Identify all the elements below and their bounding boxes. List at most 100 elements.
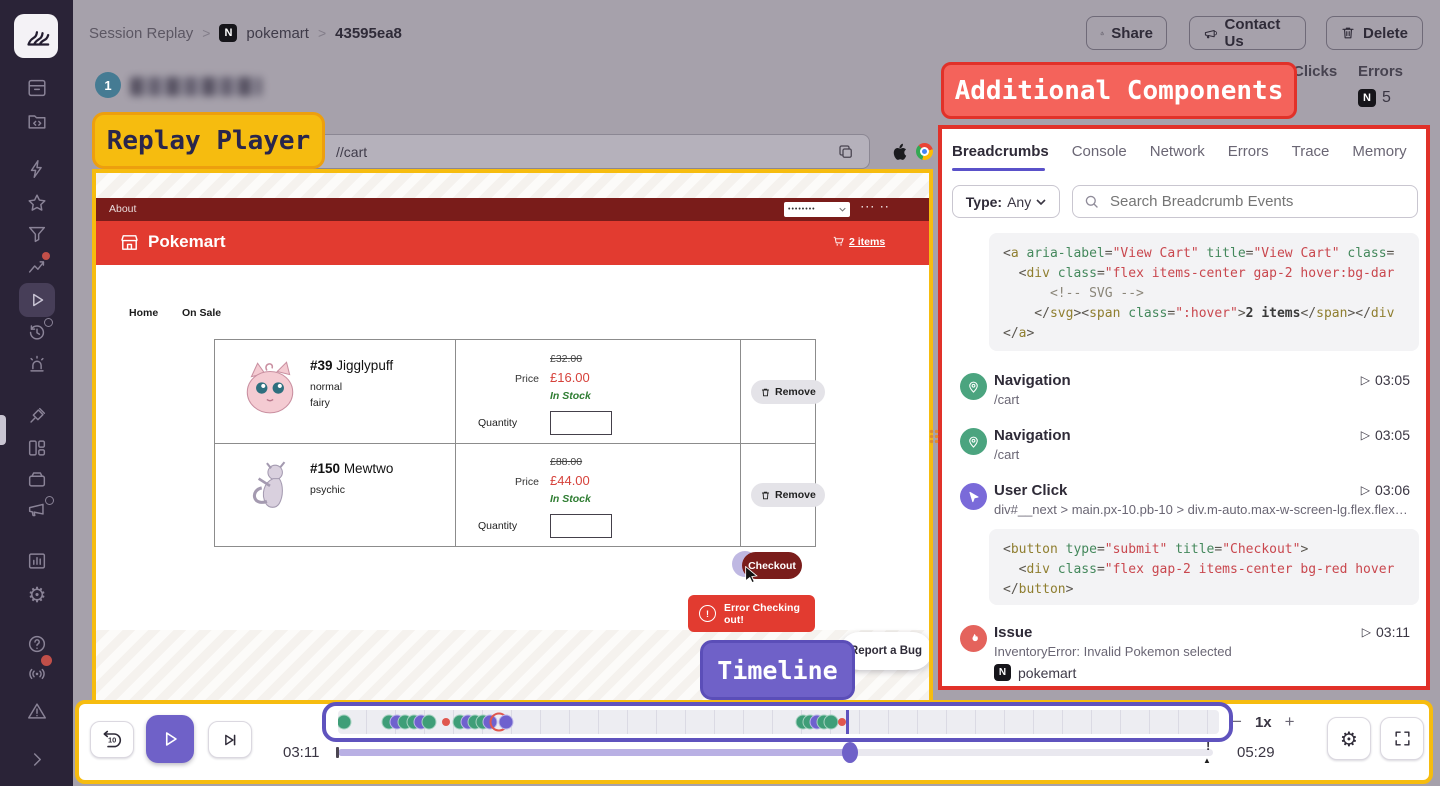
event-timestamp[interactable]: ▷03:05: [1361, 372, 1410, 388]
event-timestamp[interactable]: ▷03:11: [1362, 624, 1410, 640]
event-title[interactable]: Navigation: [994, 427, 1071, 444]
play-button[interactable]: [146, 715, 194, 763]
sidebar-item-help[interactable]: [25, 632, 49, 656]
sidebar-item-reports[interactable]: [25, 549, 49, 573]
replay-viewport: About •••••••• ··· ·· Pokemart 2 items H…: [96, 198, 929, 630]
speed-increase-button[interactable]: +: [1285, 712, 1295, 732]
tab-trace[interactable]: Trace: [1292, 143, 1330, 160]
tab-network[interactable]: Network: [1150, 143, 1205, 160]
price-label: Price: [515, 373, 539, 385]
breadcrumb-search[interactable]: [1072, 185, 1418, 218]
timeline-event-dot[interactable]: [824, 715, 839, 730]
masked-select-field[interactable]: ••••••••: [784, 202, 850, 217]
mouse-cursor-icon: [744, 566, 759, 583]
tab-console[interactable]: Console: [1072, 143, 1127, 160]
skip-back-10-button[interactable]: 10: [90, 721, 134, 758]
sidebar-item-dashboards[interactable]: [25, 436, 49, 460]
drawer-icon: [26, 468, 48, 490]
app-logo[interactable]: [14, 14, 58, 58]
timeline-event-dot[interactable]: [838, 718, 846, 726]
seek-scrubber[interactable]: [842, 742, 858, 763]
sidebar-item-issues[interactable]: [25, 699, 49, 723]
trends-notification-dot: [42, 252, 50, 260]
pokemon-number: #150: [310, 461, 340, 476]
site-top-bar: About •••••••• ··· ··: [96, 198, 929, 221]
tab-memory[interactable]: Memory: [1352, 143, 1406, 160]
search-input[interactable]: [1108, 192, 1392, 211]
tab-breadcrumbs[interactable]: Breadcrumbs: [952, 143, 1049, 160]
contact-us-button[interactable]: Contact Us: [1189, 16, 1306, 50]
breadcrumb-session-replay[interactable]: Session Replay: [89, 25, 193, 42]
quantity-label: Quantity: [478, 417, 517, 429]
delete-label: Delete: [1363, 25, 1408, 42]
sidebar-item-toolbar[interactable]: [25, 404, 49, 428]
sidebar-item-actions[interactable]: [25, 157, 49, 181]
play-from-icon: ▷: [1362, 625, 1371, 639]
cart-count-link[interactable]: 2 items: [849, 236, 885, 248]
pokemon-number: #39: [310, 358, 333, 373]
tab-errors[interactable]: Errors: [1228, 143, 1269, 160]
event-title[interactable]: User Click: [994, 482, 1067, 499]
announcements-badge: [45, 496, 54, 505]
event-title[interactable]: Navigation: [994, 372, 1071, 389]
seek-bar[interactable]: [338, 749, 1213, 756]
play-from-icon: ▷: [1361, 373, 1370, 387]
quantity-input[interactable]: [550, 411, 612, 435]
play-from-icon: ▷: [1361, 428, 1370, 442]
copy-icon[interactable]: [837, 143, 855, 161]
event-detail: div#__next > main.px-10.pb-10 > div.m-au…: [994, 502, 1409, 517]
store-nav-home[interactable]: Home: [129, 307, 158, 319]
left-edge-handle[interactable]: [0, 415, 6, 445]
sidebar-item-settings[interactable]: ⚙: [25, 583, 49, 607]
event-detail: /cart: [994, 447, 1019, 462]
type-filter-dropdown[interactable]: Type: Any: [952, 185, 1060, 218]
replay-url-bar[interactable]: //cart: [240, 134, 870, 169]
breadcrumb-project[interactable]: pokemart: [246, 25, 309, 42]
chevron-down-icon: [839, 207, 846, 212]
error-toast-text: Error Checking out!: [724, 602, 804, 626]
sidebar-item-code-folder[interactable]: [25, 109, 49, 133]
timeline-event-dot[interactable]: [442, 718, 450, 726]
sidebar-collapse-toggle[interactable]: [25, 747, 49, 771]
player-settings-button[interactable]: ⚙: [1327, 717, 1371, 760]
timeline-event-dot[interactable]: [338, 715, 352, 730]
timeline-playhead[interactable]: [846, 710, 849, 734]
cart-row-mewtwo: #150 Mewtwo psychic Price £88.00 £44.00 …: [215, 443, 815, 546]
redacted-user-name: [130, 77, 262, 96]
sale-price: £44.00: [550, 473, 590, 488]
timeline-event-dot[interactable]: [421, 715, 436, 730]
pane-resize-grip[interactable]: [929, 429, 939, 445]
event-detail: InventoryError: Invalid Pokemon selected: [994, 644, 1232, 659]
event-timestamp[interactable]: ▷03:05: [1361, 427, 1410, 443]
person-number-badge[interactable]: 1: [95, 72, 121, 98]
timeline-event-dot[interactable]: [499, 715, 514, 730]
contact-us-label: Contact Us: [1225, 16, 1293, 50]
store-nav-onsale[interactable]: On Sale: [182, 307, 221, 319]
dashboard-layout-icon: [26, 437, 48, 459]
speed-control: − 1x +: [1232, 712, 1295, 732]
sidebar-item-alerts[interactable]: [25, 352, 49, 376]
skip-back-icon: 10: [100, 728, 124, 752]
quantity-input[interactable]: [550, 514, 612, 538]
sidebar-item-funnels[interactable]: [25, 222, 49, 246]
remove-label: Remove: [775, 489, 816, 501]
sidebar-item-data[interactable]: [25, 467, 49, 491]
archive-icon: [26, 77, 48, 99]
event-timestamp[interactable]: ▷03:06: [1361, 482, 1410, 498]
fullscreen-icon: [1393, 729, 1412, 748]
remove-button[interactable]: Remove: [751, 380, 825, 404]
remove-button[interactable]: Remove: [751, 483, 825, 507]
timeline-event-track[interactable]: [338, 710, 1219, 734]
speed-value[interactable]: 1x: [1255, 714, 1272, 731]
delete-button[interactable]: Delete: [1326, 16, 1423, 50]
sidebar-item-archive[interactable]: [25, 76, 49, 100]
event-title[interactable]: Issue: [994, 624, 1032, 641]
fullscreen-button[interactable]: [1380, 717, 1424, 760]
speed-decrease-button[interactable]: −: [1232, 712, 1242, 732]
skip-to-end-button[interactable]: [208, 721, 252, 758]
inspector-panel: Breadcrumbs Console Network Errors Trace…: [938, 125, 1430, 690]
site-about-link[interactable]: About: [109, 203, 136, 215]
sidebar-item-session-replay[interactable]: [25, 288, 49, 312]
share-button[interactable]: Share: [1086, 16, 1167, 50]
sidebar-item-favorites[interactable]: [25, 191, 49, 215]
